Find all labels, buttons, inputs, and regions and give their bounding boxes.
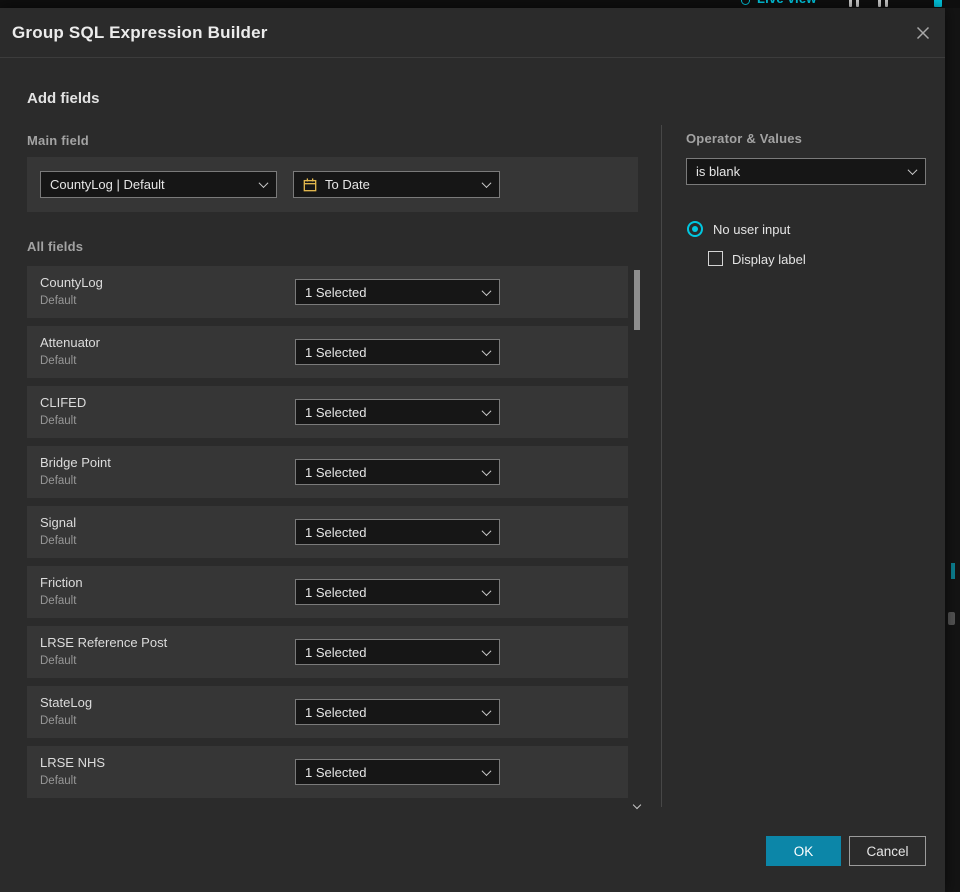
- chevron-down-icon: [481, 465, 492, 476]
- field-name: StateLog: [40, 695, 93, 710]
- scrollbar-down-button[interactable]: [632, 800, 642, 810]
- field-row: CountyLog Default 1 Selected: [27, 266, 628, 318]
- field-subtitle: Default: [40, 775, 77, 787]
- dialog-header: Group SQL Expression Builder: [0, 8, 945, 58]
- field-name: CountyLog: [40, 275, 103, 290]
- field-selected-dropdown[interactable]: 1 Selected: [295, 699, 500, 725]
- chevron-down-icon: [481, 525, 492, 536]
- field-name: LRSE Reference Post: [40, 635, 168, 650]
- main-field-dropdown[interactable]: CountyLog | Default: [40, 171, 277, 198]
- ok-button[interactable]: OK: [766, 836, 841, 866]
- field-row: StateLog Default 1 Selected: [27, 686, 628, 738]
- close-button[interactable]: [914, 24, 932, 42]
- chevron-down-icon: [258, 178, 269, 189]
- field-selected-dropdown[interactable]: 1 Selected: [295, 459, 500, 485]
- display-label-label: Display label: [732, 252, 806, 267]
- field-name: Bridge Point: [40, 455, 111, 470]
- cancel-button[interactable]: Cancel: [849, 836, 926, 866]
- field-row: Attenuator Default 1 Selected: [27, 326, 628, 378]
- field-selected-dropdown[interactable]: 1 Selected: [295, 759, 500, 785]
- live-view-label: Live view: [757, 0, 817, 6]
- field-row: Bridge Point Default 1 Selected: [27, 446, 628, 498]
- list-scrollbar[interactable]: [632, 266, 642, 814]
- background-app-edge: [945, 8, 960, 892]
- date-field-dropdown[interactable]: To Date: [293, 171, 500, 198]
- field-selected-value: 1 Selected: [305, 764, 367, 780]
- field-row: Friction Default 1 Selected: [27, 566, 628, 618]
- field-subtitle: Default: [40, 295, 77, 307]
- field-selected-value: 1 Selected: [305, 464, 367, 480]
- field-name: LRSE NHS: [40, 755, 106, 770]
- field-selected-value: 1 Selected: [305, 644, 367, 660]
- main-field-label: Main field: [27, 133, 89, 148]
- field-selected-dropdown[interactable]: 1 Selected: [295, 519, 500, 545]
- chevron-down-icon: [481, 405, 492, 416]
- operator-dropdown[interactable]: is blank: [686, 158, 926, 185]
- field-name: Friction: [40, 575, 83, 590]
- dialog-title: Group SQL Expression Builder: [12, 23, 268, 42]
- checkbox-unchecked-icon: [708, 251, 723, 266]
- chevron-down-icon: [481, 178, 492, 189]
- chevron-down-icon: [481, 645, 492, 656]
- field-selected-value: 1 Selected: [305, 704, 367, 720]
- operator-values-label: Operator & Values: [686, 131, 803, 146]
- field-selected-value: 1 Selected: [305, 404, 367, 420]
- toolbar-bar-icon: [856, 0, 859, 7]
- close-icon: [916, 26, 930, 40]
- field-row: LRSE Reference Post Default 1 Selected: [27, 626, 628, 678]
- vertical-divider: [661, 125, 662, 807]
- toolbar-bar-icon: [934, 0, 942, 7]
- field-row: LRSE NHS Default 1 Selected: [27, 746, 628, 798]
- radio-selected-icon: [687, 221, 703, 237]
- field-name: CLIFED: [40, 395, 87, 410]
- field-selected-value: 1 Selected: [305, 524, 367, 540]
- chevron-down-icon: [907, 165, 918, 176]
- field-subtitle: Default: [40, 655, 77, 667]
- scrollbar-thumb[interactable]: [634, 270, 640, 330]
- field-selected-dropdown[interactable]: 1 Selected: [295, 399, 500, 425]
- field-subtitle: Default: [40, 475, 77, 487]
- toolbar-bar-icon: [878, 0, 881, 7]
- field-selected-value: 1 Selected: [305, 284, 367, 300]
- field-subtitle: Default: [40, 355, 77, 367]
- date-dropdown-value: To Date: [325, 177, 370, 192]
- field-selected-dropdown[interactable]: 1 Selected: [295, 279, 500, 305]
- main-field-panel: CountyLog | Default To Date: [27, 157, 638, 212]
- all-fields-label: All fields: [27, 239, 84, 254]
- toolbar-bar-icon: [885, 0, 888, 7]
- chevron-down-icon: [481, 345, 492, 356]
- add-fields-heading: Add fields: [27, 90, 100, 107]
- field-subtitle: Default: [40, 715, 77, 727]
- no-user-input-label: No user input: [713, 222, 791, 237]
- main-field-dropdown-value: CountyLog | Default: [50, 177, 165, 192]
- toolbar-bar-icon: [849, 0, 852, 7]
- chevron-down-icon: [481, 705, 492, 716]
- field-selected-value: 1 Selected: [305, 584, 367, 600]
- calendar-icon: [303, 177, 317, 192]
- live-view-icon: [741, 0, 750, 5]
- background-mark: [948, 612, 955, 625]
- all-fields-list: CountyLog Default 1 Selected Attenuator …: [27, 266, 628, 806]
- operator-dropdown-value: is blank: [696, 164, 741, 179]
- field-row: CLIFED Default 1 Selected: [27, 386, 628, 438]
- chevron-down-icon: [481, 765, 492, 776]
- chevron-down-icon: [632, 800, 642, 809]
- field-selected-dropdown[interactable]: 1 Selected: [295, 639, 500, 665]
- sql-expression-builder-dialog: Group SQL Expression Builder Add fields …: [0, 8, 945, 892]
- field-name: Signal: [40, 515, 77, 530]
- field-subtitle: Default: [40, 535, 77, 547]
- field-selected-dropdown[interactable]: 1 Selected: [295, 579, 500, 605]
- field-subtitle: Default: [40, 595, 77, 607]
- chevron-down-icon: [481, 585, 492, 596]
- field-selected-value: 1 Selected: [305, 344, 367, 360]
- field-selected-dropdown[interactable]: 1 Selected: [295, 339, 500, 365]
- field-subtitle: Default: [40, 415, 77, 427]
- field-name: Attenuator: [40, 335, 100, 350]
- field-row: Signal Default 1 Selected: [27, 506, 628, 558]
- chevron-down-icon: [481, 285, 492, 296]
- background-mark: [951, 563, 955, 579]
- background-app-strip: Live view: [0, 0, 960, 8]
